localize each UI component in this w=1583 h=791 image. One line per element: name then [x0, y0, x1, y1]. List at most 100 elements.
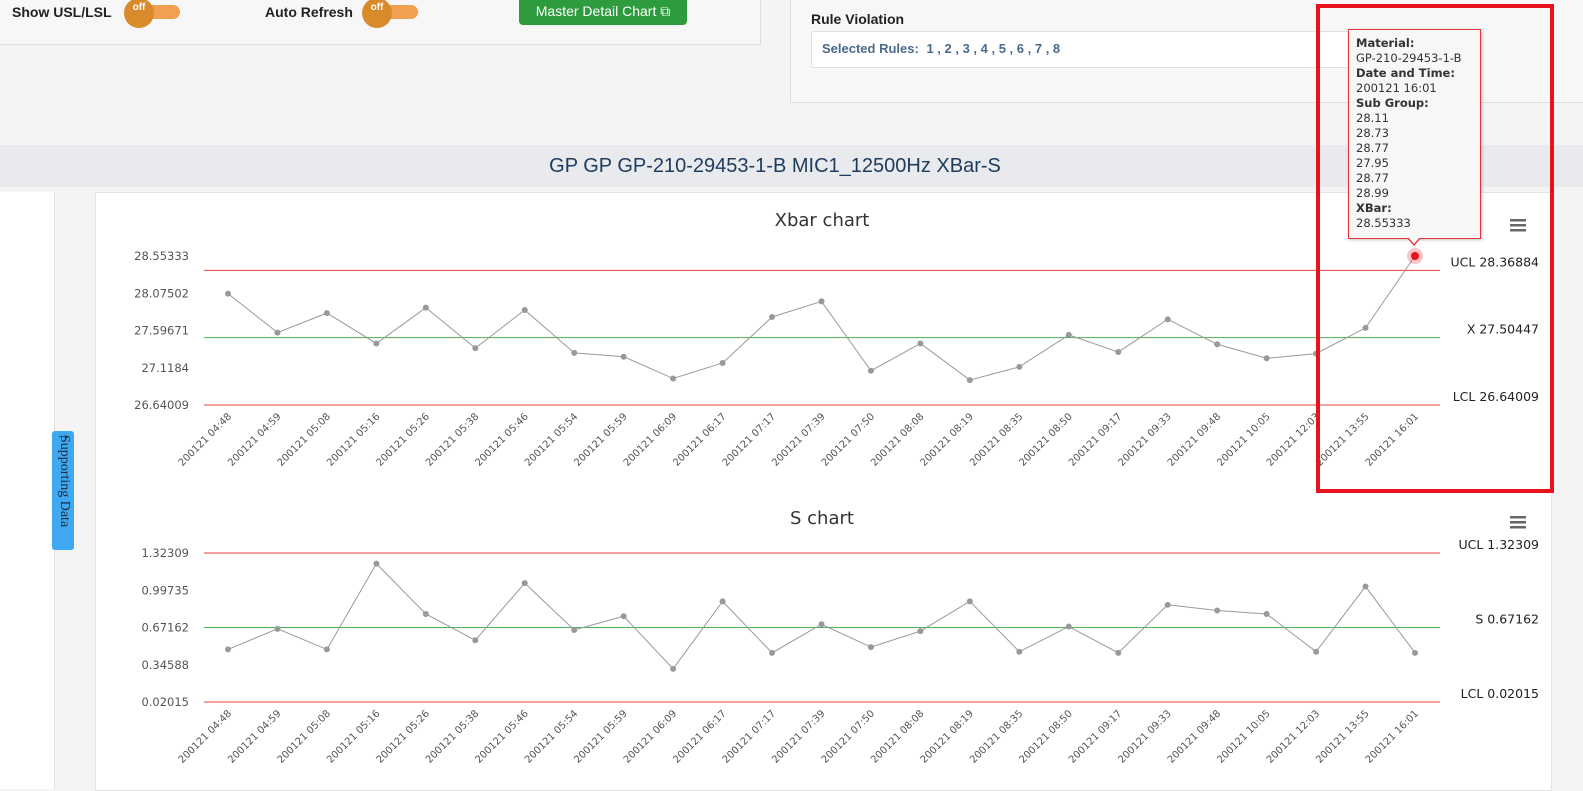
data-point — [867, 367, 874, 374]
data-point — [274, 329, 281, 336]
data-point — [1016, 363, 1023, 370]
y-tick-label: 1.32309 — [141, 546, 189, 560]
x-tick-label: 200121 12:03 — [1265, 708, 1322, 765]
chart-title: S chart — [790, 508, 854, 529]
x-tick-label: 200121 07:39 — [770, 411, 827, 468]
menu-bar — [1510, 521, 1526, 524]
data-point — [917, 340, 924, 347]
x-tick-label: 200121 05:46 — [473, 411, 530, 468]
y-tick-label: 0.34588 — [141, 658, 189, 672]
x-tick-label: 200121 07:50 — [820, 708, 877, 765]
x-tick-label: 200121 05:08 — [276, 411, 333, 468]
x-tick-label: 200121 07:50 — [820, 411, 877, 468]
x-tick-label: 200121 04:59 — [226, 411, 283, 468]
data-point — [472, 345, 479, 352]
x-tick-label: 200121 05:08 — [276, 708, 333, 765]
x-tick-label: 200121 05:16 — [325, 411, 382, 468]
x-tick-label: 200121 09:48 — [1166, 411, 1223, 468]
chart-menu-icon[interactable] — [1510, 516, 1526, 529]
x-tick-label: 200121 08:08 — [869, 708, 926, 765]
x-tick-label: 200121 06:17 — [671, 708, 728, 765]
x-tick-label: 200121 09:33 — [1116, 411, 1173, 468]
y-tick-label: 0.02015 — [141, 695, 189, 709]
data-point — [1065, 623, 1072, 630]
x-tick-label: 200121 08:50 — [1018, 708, 1075, 765]
data-point — [472, 637, 479, 644]
data-point — [1016, 648, 1023, 655]
x-tick-label: 200121 06:09 — [622, 708, 679, 765]
x-tick-label: 200121 08:35 — [968, 708, 1025, 765]
data-point — [323, 646, 330, 653]
data-point — [867, 644, 874, 651]
x-tick-label: 200121 10:05 — [1215, 708, 1272, 765]
data-point — [274, 625, 281, 632]
x-tick-label: 200121 08:19 — [919, 708, 976, 765]
y-tick-label: 0.99735 — [141, 583, 189, 597]
data-point — [1362, 583, 1369, 590]
data-point — [719, 598, 726, 605]
control-line-label: UCL 1.32309 — [1458, 537, 1539, 552]
x-tick-label: 200121 05:54 — [523, 411, 580, 468]
x-tick-label: 200121 05:59 — [572, 411, 629, 468]
s-chart: S chart 1.32309 0.99735 0.67162 0.34588 0.020… — [141, 508, 1539, 766]
x-tick-label: 200121 13:55 — [1314, 708, 1371, 765]
x-tick-label: 200121 05:54 — [523, 708, 580, 765]
y-tick-label: 0.67162 — [141, 621, 189, 635]
data-point — [1065, 331, 1072, 338]
x-tick-label: 200121 07:17 — [721, 708, 778, 765]
menu-bar — [1510, 516, 1526, 519]
x-tick-label: 200121 04:59 — [226, 708, 283, 765]
data-point — [1214, 607, 1221, 614]
x-tick-label: 200121 05:26 — [375, 411, 432, 468]
x-tick-label: 200121 08:35 — [968, 411, 1025, 468]
data-point — [1412, 649, 1418, 656]
x-tick-label: 200121 12:03 — [1265, 411, 1322, 468]
chart-title: Xbar chart — [775, 210, 870, 231]
data-point — [1115, 649, 1122, 656]
data-point — [670, 375, 677, 382]
data-point — [917, 628, 924, 635]
x-tick-label: 200121 07:39 — [770, 708, 827, 765]
data-point — [1263, 355, 1270, 362]
data-point — [1263, 610, 1270, 617]
data-point — [769, 649, 776, 656]
data-point — [422, 304, 429, 311]
x-tick-label: 200121 09:17 — [1067, 411, 1124, 468]
x-tick-label: 200121 05:38 — [424, 708, 481, 765]
x-tick-label: 200121 10:05 — [1215, 411, 1272, 468]
data-point — [620, 353, 627, 360]
x-tick-label: 200121 05:46 — [473, 708, 530, 765]
x-tick-label: 200121 05:26 — [375, 708, 432, 765]
data-point — [620, 613, 627, 620]
data-point — [422, 610, 429, 617]
y-tick-label: 26.64009 — [134, 398, 189, 412]
data-point — [818, 298, 825, 305]
data-point — [571, 626, 578, 633]
x-tick-label: 200121 08:50 — [1018, 411, 1075, 468]
x-tick-label: 200121 06:09 — [622, 411, 679, 468]
x-tick-label: 200121 09:17 — [1067, 708, 1124, 765]
x-tick-label: 200121 06:17 — [671, 411, 728, 468]
series-line — [227, 562, 1416, 670]
menu-bar — [1510, 526, 1526, 529]
data-point — [818, 621, 825, 628]
control-line-label: LCL 0.02015 — [1461, 686, 1539, 701]
x-tick-label: 200121 09:33 — [1116, 708, 1173, 765]
data-point — [225, 646, 231, 653]
control-line-label: S 0.67162 — [1475, 612, 1539, 627]
y-tick-label: 27.59671 — [134, 324, 189, 338]
x-tick-label: 200121 05:59 — [572, 708, 629, 765]
y-tick-label: 28.55333 — [134, 249, 189, 263]
x-tick-label: 200121 04:48 — [177, 411, 234, 468]
highlight-box — [1316, 4, 1554, 493]
data-point — [1164, 601, 1171, 608]
data-point — [1313, 648, 1320, 655]
data-point — [670, 665, 677, 672]
x-tick-label: 200121 08:19 — [919, 411, 976, 468]
x-tick-label: 200121 16:01 — [1364, 708, 1421, 765]
y-tick-label: 27.1184 — [141, 361, 189, 375]
data-point — [571, 349, 578, 356]
x-tick-label: 200121 08:08 — [869, 411, 926, 468]
x-tick-label: 200121 04:48 — [177, 708, 234, 765]
data-point — [1214, 341, 1221, 348]
